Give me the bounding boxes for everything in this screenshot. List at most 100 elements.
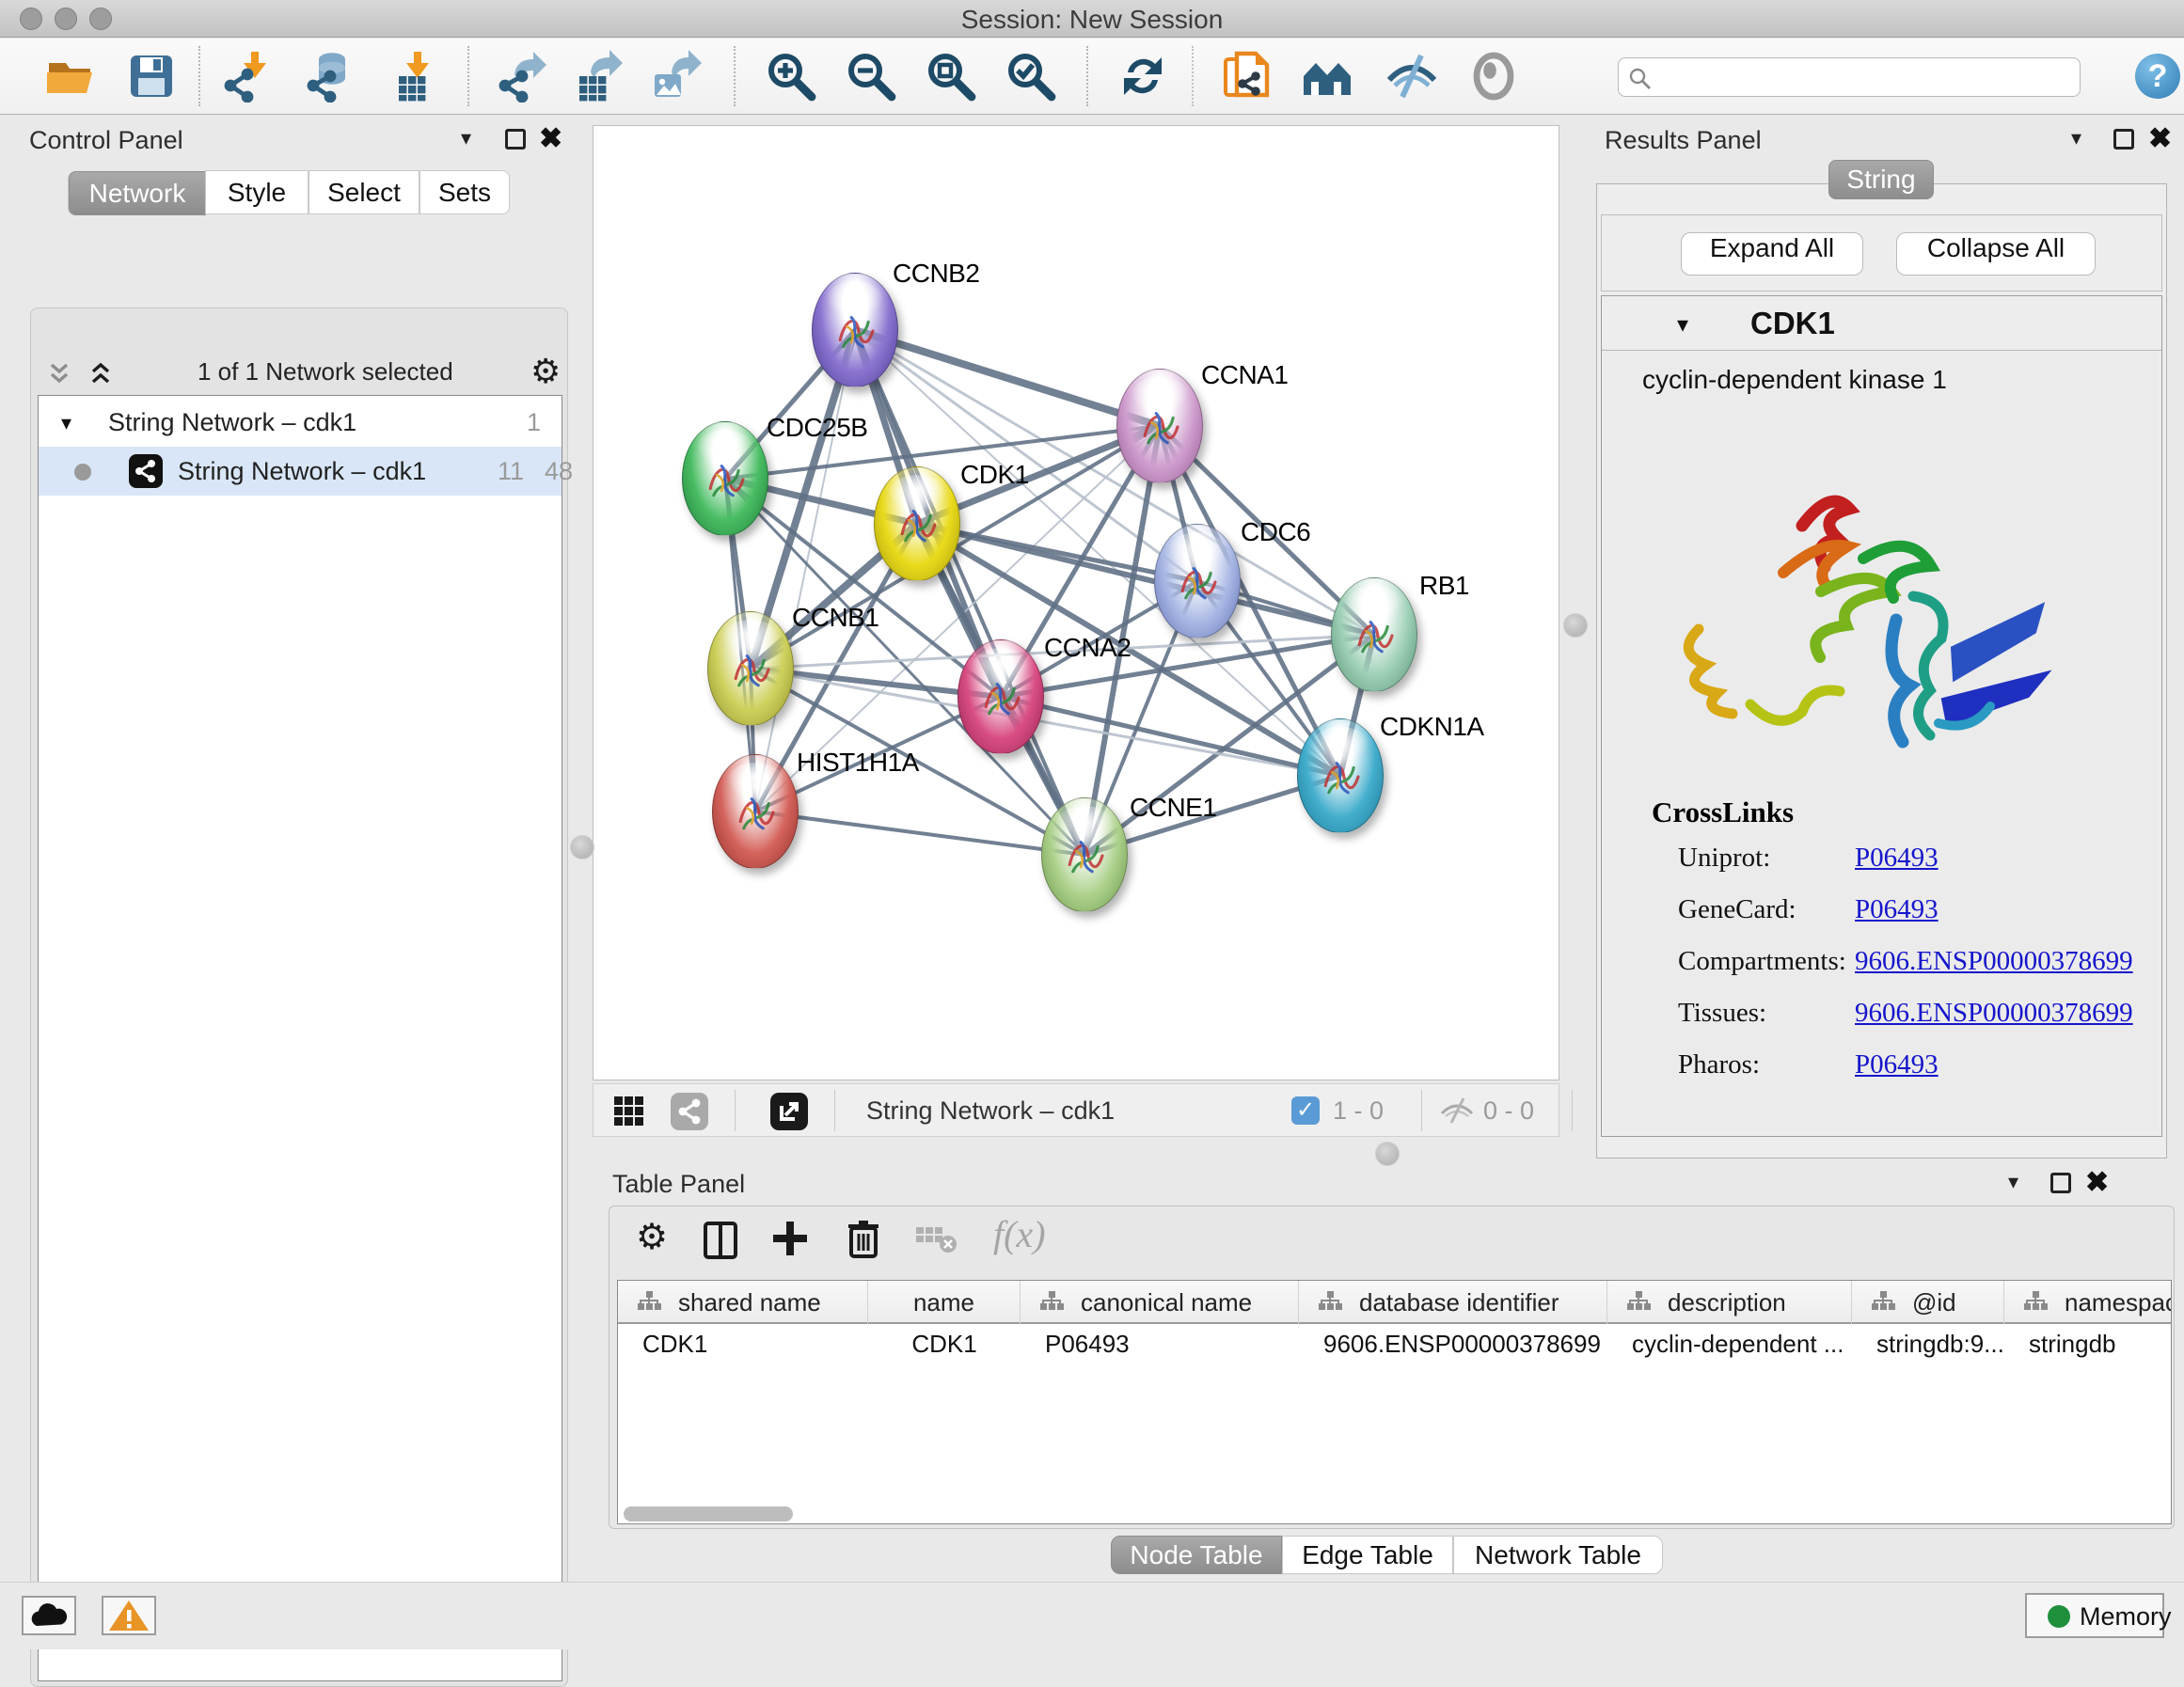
share-view-icon[interactable] — [671, 1093, 708, 1130]
control-panel-float-icon[interactable] — [505, 129, 526, 150]
column-chooser-icon[interactable] — [704, 1222, 737, 1259]
tab-node-table[interactable]: Node Table — [1111, 1536, 1282, 1574]
node-table[interactable]: shared namenamecanonical namedatabase id… — [617, 1280, 2172, 1524]
home-layout-button[interactable] — [1302, 50, 1354, 102]
node-CDKN1A[interactable] — [1297, 718, 1384, 833]
search-box[interactable] — [1618, 57, 2081, 97]
export-table-button[interactable] — [572, 50, 625, 102]
node-CDC25B[interactable] — [682, 421, 768, 536]
column-header-database-identifier[interactable]: database identifier — [1299, 1281, 1607, 1324]
import-table-button[interactable] — [389, 50, 442, 102]
column-header-description[interactable]: description — [1607, 1281, 1852, 1324]
node-CDC6[interactable] — [1154, 524, 1241, 639]
selected-nodes-checkbox[interactable]: ✓ — [1291, 1096, 1320, 1125]
warnings-button[interactable] — [102, 1596, 156, 1635]
delete-column-icon[interactable] — [847, 1219, 880, 1258]
collection-caret-icon[interactable]: ▾ — [61, 411, 71, 435]
expand-all-icon[interactable] — [87, 359, 115, 387]
table-cell[interactable]: stringdb:9... — [1876, 1330, 2004, 1367]
results-panel-menu-icon[interactable]: ▾ — [2071, 126, 2081, 150]
table-cell[interactable]: CDK1 — [868, 1330, 1021, 1367]
column-header-canonical-name[interactable]: canonical name — [1021, 1281, 1299, 1324]
node-CCNE1[interactable] — [1041, 797, 1128, 912]
network-row[interactable]: String Network – cdk1 11 48 — [39, 447, 562, 496]
tab-sets[interactable]: Sets — [419, 170, 510, 214]
zoom-out-button[interactable] — [845, 50, 897, 102]
zoom-in-button[interactable] — [765, 50, 817, 102]
import-network-file-button[interactable] — [221, 50, 274, 102]
tab-network[interactable]: Network — [68, 171, 205, 215]
network-options-gear-icon[interactable]: ⚙ — [530, 352, 561, 391]
table-cell[interactable]: P06493 — [1045, 1330, 1299, 1367]
table-cell[interactable]: cyclin-dependent ... — [1632, 1330, 1852, 1367]
refresh-view-button[interactable] — [1116, 50, 1169, 102]
right-splitter-handle[interactable] — [1563, 613, 1588, 638]
import-table-icon — [389, 50, 442, 102]
string-import-button[interactable] — [1222, 50, 1274, 102]
left-splitter-handle[interactable] — [570, 835, 594, 859]
memory-button[interactable]: Memory — [2025, 1593, 2164, 1638]
column-header-shared-name[interactable]: shared name — [618, 1281, 868, 1324]
results-panel-body: Expand All Collapse All ▾ CDK1 cyclin-de… — [1596, 183, 2167, 1159]
cdk1-caret-icon[interactable]: ▾ — [1677, 311, 1688, 339]
table-cell[interactable]: 9606.ENSP00000378699 — [1323, 1330, 1607, 1367]
tab-select[interactable]: Select — [309, 170, 419, 214]
results-panel-close-icon[interactable]: ✖ — [2148, 122, 2172, 155]
control-panel-close-icon[interactable]: ✖ — [539, 122, 562, 155]
table-cell[interactable]: CDK1 — [642, 1330, 868, 1367]
crosslink-link[interactable]: 9606.ENSP00000378699 — [1855, 998, 2133, 1029]
crosslink-link[interactable]: 9606.ENSP00000378699 — [1855, 946, 2133, 977]
column-header-namespace[interactable]: namespace — [2004, 1281, 2172, 1324]
crosslink-link[interactable]: P06493 — [1855, 1049, 1939, 1080]
export-network-button[interactable] — [496, 50, 548, 102]
zoom-fit-button[interactable] — [925, 50, 977, 102]
table-panel-float-icon[interactable] — [2050, 1173, 2071, 1193]
network-collection-row[interactable]: ▾ String Network – cdk1 1 — [39, 398, 562, 447]
network-canvas[interactable]: CCNB2CCNA1CDC25BCDK1CDC6RB1CCNB1CCNA2CDK… — [593, 125, 1559, 1080]
column-header-name[interactable]: name — [868, 1281, 1021, 1324]
zoom-selected-button[interactable] — [1005, 50, 1057, 102]
edge-CCNB2-CCNA1[interactable] — [855, 330, 1160, 426]
show-panel-button[interactable] — [1467, 50, 1520, 102]
table-cell[interactable]: stringdb — [2029, 1330, 2172, 1367]
detach-view-icon[interactable] — [770, 1093, 808, 1130]
results-panel-float-icon[interactable] — [2113, 129, 2134, 150]
table-horizontal-scrollbar[interactable] — [624, 1506, 793, 1521]
crosslink-link[interactable]: P06493 — [1855, 843, 1939, 874]
expand-all-button[interactable]: Expand All — [1681, 232, 1863, 276]
node-CCNB1[interactable] — [707, 611, 794, 726]
search-input[interactable] — [1660, 62, 2065, 92]
node-HIST1H1A[interactable] — [712, 754, 799, 869]
control-panel-menu-icon[interactable]: ▾ — [461, 126, 471, 150]
tab-edge-table[interactable]: Edge Table — [1282, 1536, 1453, 1574]
tab-network-table[interactable]: Network Table — [1453, 1536, 1663, 1574]
grid-view-icon[interactable] — [612, 1095, 646, 1128]
node-RB1[interactable] — [1331, 577, 1417, 692]
node-CCNA1[interactable] — [1116, 369, 1203, 483]
add-column-icon[interactable] — [771, 1220, 809, 1257]
table-panel-menu-icon[interactable]: ▾ — [2008, 1170, 2018, 1194]
help-button[interactable]: ? — [2135, 54, 2180, 99]
cdk1-section-header[interactable]: ▾ CDK1 — [1602, 296, 2161, 351]
node-CCNA2[interactable] — [957, 639, 1044, 754]
crosslink-link[interactable]: P06493 — [1855, 894, 1939, 925]
cloud-button[interactable] — [22, 1596, 76, 1635]
table-panel-close-icon[interactable]: ✖ — [2085, 1166, 2109, 1199]
tab-network-label[interactable]: Network — [69, 171, 206, 215]
hide-panel-button[interactable] — [1385, 50, 1438, 102]
export-image-button[interactable] — [649, 50, 702, 102]
tab-string[interactable]: String — [1828, 160, 1934, 199]
node-CCNB2[interactable] — [812, 273, 898, 387]
table-settings-gear-icon[interactable]: ⚙ — [636, 1216, 668, 1258]
collapse-all-icon[interactable] — [45, 359, 73, 387]
save-session-button[interactable] — [125, 50, 178, 102]
open-session-button[interactable] — [43, 50, 96, 102]
hidden-eye-icon[interactable] — [1438, 1096, 1476, 1125]
edge-HIST1H1A-CCNE1[interactable] — [755, 812, 1084, 855]
collapse-all-button[interactable]: Collapse All — [1896, 232, 2096, 276]
column-header--id[interactable]: @id — [1852, 1281, 2004, 1324]
node-CDK1[interactable] — [874, 466, 960, 581]
cdk1-section: ▾ CDK1 cyclin-dependent kinase 1 — [1601, 295, 2162, 1137]
import-network-database-button[interactable] — [304, 50, 356, 102]
tab-style[interactable]: Style — [205, 170, 309, 214]
